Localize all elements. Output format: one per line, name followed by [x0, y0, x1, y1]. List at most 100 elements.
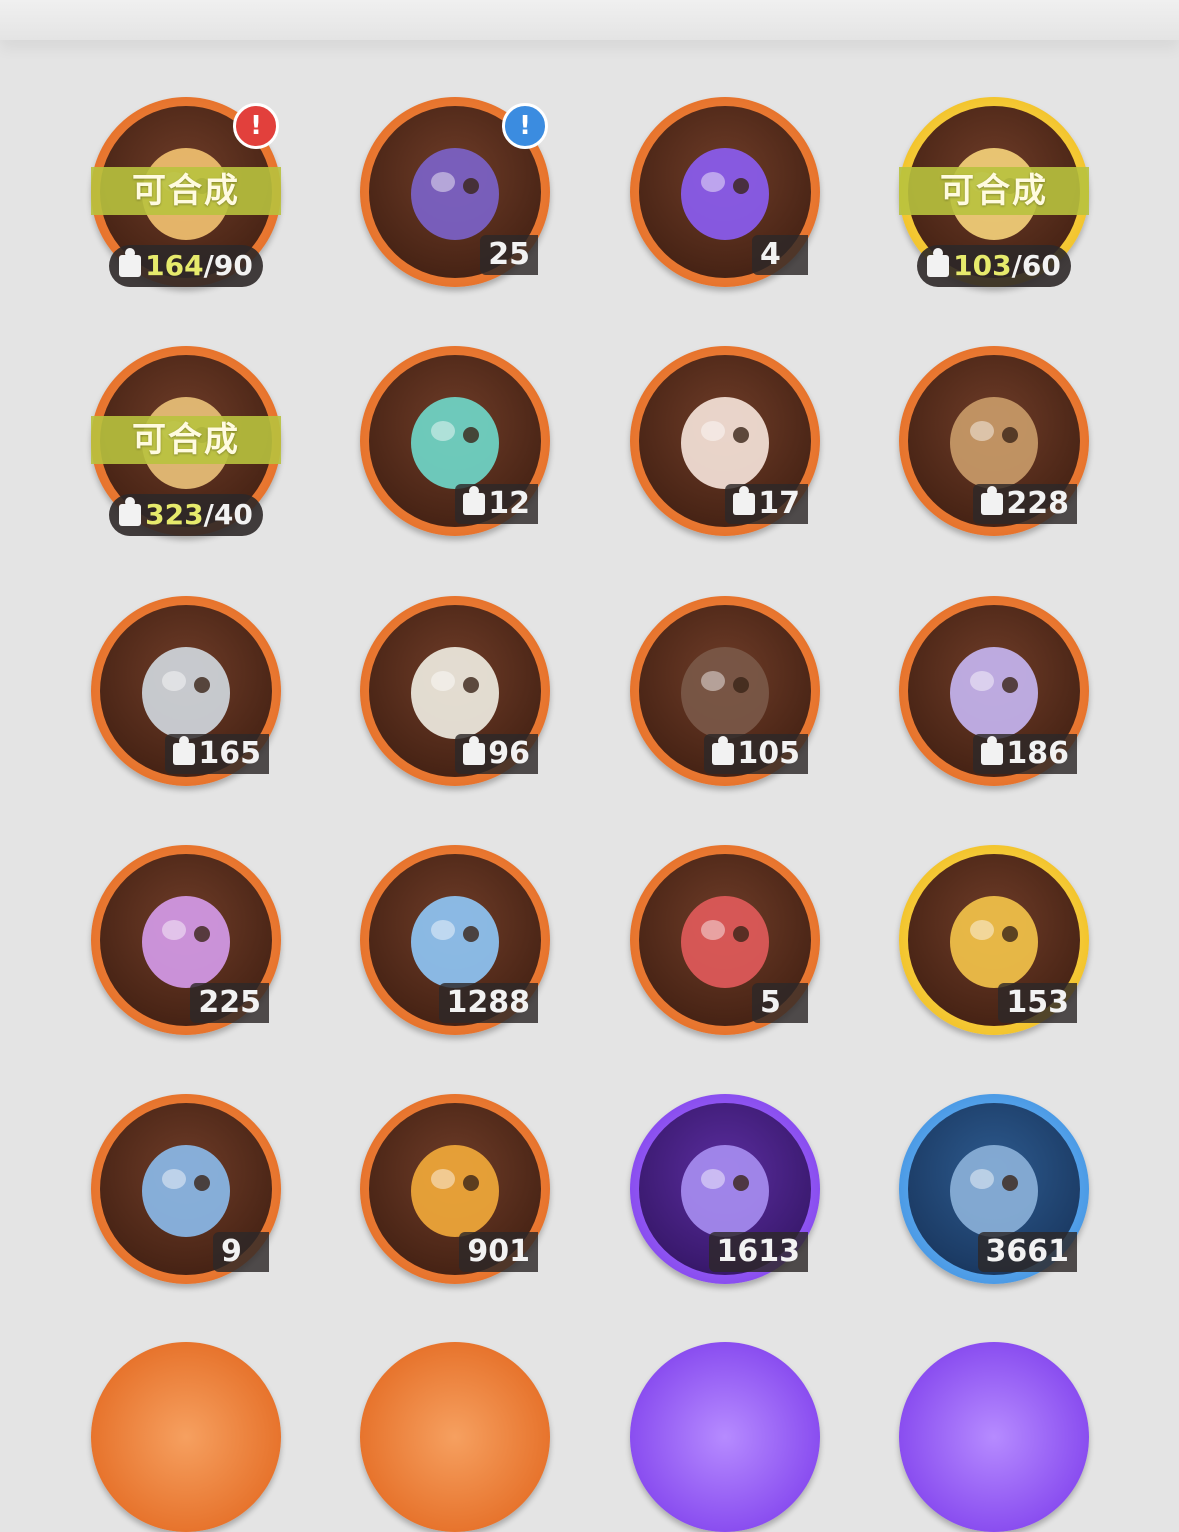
brown-bear-icon	[944, 385, 1044, 495]
fragment-count-badge: 165	[165, 734, 269, 774]
inventory-item[interactable]: 165	[91, 596, 281, 786]
gold-card-icon	[944, 884, 1044, 994]
fragment-count-badge: 228	[973, 484, 1077, 524]
puzzle-piece-icon	[927, 248, 950, 277]
fragment-count-badge: 12	[455, 484, 538, 524]
item-count: 225	[198, 985, 261, 1020]
blue-star-crystal-icon	[405, 884, 505, 994]
fragment-count: 228	[1006, 486, 1069, 521]
item-count: 1288	[446, 985, 531, 1020]
inventory-grid: 可合成 164/90! 25! 4 可合成 103/60 可合成 323/40 12 17 228 1…	[0, 0, 1179, 1532]
puzzle-piece-icon	[712, 736, 735, 765]
fire-fox-icon	[675, 385, 775, 495]
fragment-count: 96	[488, 736, 530, 771]
inventory-item[interactable]: 25!	[360, 97, 550, 287]
item-count-badge: 1288	[438, 983, 538, 1023]
fragment-progress: 164/90	[109, 245, 263, 287]
item-count: 3661	[985, 1234, 1070, 1269]
puzzle-piece-icon	[463, 486, 486, 515]
inventory-item[interactable]: 5	[630, 845, 820, 1035]
paw-charm-icon	[675, 884, 775, 994]
inventory-item-partial[interactable]	[91, 1342, 281, 1532]
item-ring	[630, 1342, 820, 1532]
item-count: 9	[221, 1234, 242, 1269]
rainbow-card-icon	[136, 1133, 236, 1243]
inventory-item[interactable]: 96	[360, 596, 550, 786]
teal-bird-icon	[405, 385, 505, 495]
fragment-count: 105	[737, 736, 800, 771]
puzzle-piece-icon	[119, 497, 142, 526]
item-count-badge: 5	[752, 983, 808, 1023]
item-count-badge: 9	[213, 1232, 269, 1272]
exclamation-alert-icon: !	[502, 103, 548, 149]
item-count: 153	[1006, 985, 1069, 1020]
fragment-count: 165	[198, 736, 261, 771]
craftable-banner: 可合成	[899, 167, 1089, 215]
inventory-item[interactable]: 901	[360, 1094, 550, 1284]
purple-crystal-icon	[675, 136, 775, 246]
fragment-required: /90	[203, 249, 253, 282]
fragment-count-badge: 96	[455, 734, 538, 774]
inventory-item[interactable]: 17	[630, 346, 820, 536]
inventory-item[interactable]: 225	[91, 845, 281, 1035]
pink-star-crystal-icon	[136, 884, 236, 994]
inventory-item[interactable]: 228	[899, 346, 1089, 536]
fragment-owned: 103	[953, 249, 1012, 282]
fragment-owned: 323	[145, 498, 204, 531]
craftable-banner: 可合成	[91, 416, 281, 464]
inventory-item[interactable]: 153	[899, 845, 1089, 1035]
item-count-badge: 4	[752, 235, 808, 275]
item-count-badge: 153	[998, 983, 1077, 1023]
fragment-required: /60	[1011, 249, 1061, 282]
inventory-item[interactable]: 4	[630, 97, 820, 287]
puzzle-piece-icon	[463, 736, 486, 765]
inventory-item[interactable]: 可合成 164/90!	[91, 97, 281, 287]
inventory-item-partial[interactable]	[630, 1342, 820, 1532]
inventory-item[interactable]: 9	[91, 1094, 281, 1284]
item-count: 4	[760, 237, 781, 272]
inventory-item[interactable]: 12	[360, 346, 550, 536]
item-count: 1613	[716, 1234, 801, 1269]
item-count-badge: 3661	[977, 1232, 1077, 1272]
item-count-badge: 1613	[708, 1232, 808, 1272]
orange-card-icon	[405, 1133, 505, 1243]
blue-card-icon	[944, 1133, 1044, 1243]
inventory-item[interactable]: 105	[630, 596, 820, 786]
fragment-count: 17	[758, 486, 800, 521]
inventory-item[interactable]: 186	[899, 596, 1089, 786]
inventory-item[interactable]: 可合成 103/60	[899, 97, 1089, 287]
white-sheep-icon	[405, 635, 505, 745]
fragment-owned: 164	[145, 249, 204, 282]
item-count: 5	[760, 985, 781, 1020]
dark-cat-icon	[675, 635, 775, 745]
fragment-required: /40	[203, 498, 253, 531]
fragment-count: 186	[1006, 736, 1069, 771]
item-count: 25	[488, 237, 530, 272]
puzzle-piece-icon	[733, 486, 756, 515]
fragment-count-badge: 17	[725, 484, 808, 524]
fragment-count: 12	[488, 486, 530, 521]
puzzle-piece-icon	[981, 736, 1004, 765]
knight-cat-icon	[136, 635, 236, 745]
fragment-progress: 323/40	[109, 494, 263, 536]
item-count-badge: 901	[459, 1232, 538, 1272]
item-ring	[899, 1342, 1089, 1532]
purple-tiger-icon	[944, 635, 1044, 745]
inventory-item[interactable]: 可合成 323/40	[91, 346, 281, 536]
treasure-chest-icon	[405, 136, 505, 246]
item-count: 901	[467, 1234, 530, 1269]
inventory-item-partial[interactable]	[360, 1342, 550, 1532]
puzzle-piece-icon	[119, 248, 142, 277]
item-ring	[360, 1342, 550, 1532]
inventory-item[interactable]: 3661	[899, 1094, 1089, 1284]
fragment-count-badge: 186	[973, 734, 1077, 774]
item-ring	[91, 1342, 281, 1532]
exclamation-alert-icon: !	[233, 103, 279, 149]
inventory-item-partial[interactable]	[899, 1342, 1089, 1532]
inventory-item[interactable]: 1613	[630, 1094, 820, 1284]
fragment-count-badge: 105	[704, 734, 808, 774]
fragment-progress: 103/60	[917, 245, 1071, 287]
item-count-badge: 225	[190, 983, 269, 1023]
puzzle-piece-icon	[981, 486, 1004, 515]
inventory-item[interactable]: 1288	[360, 845, 550, 1035]
